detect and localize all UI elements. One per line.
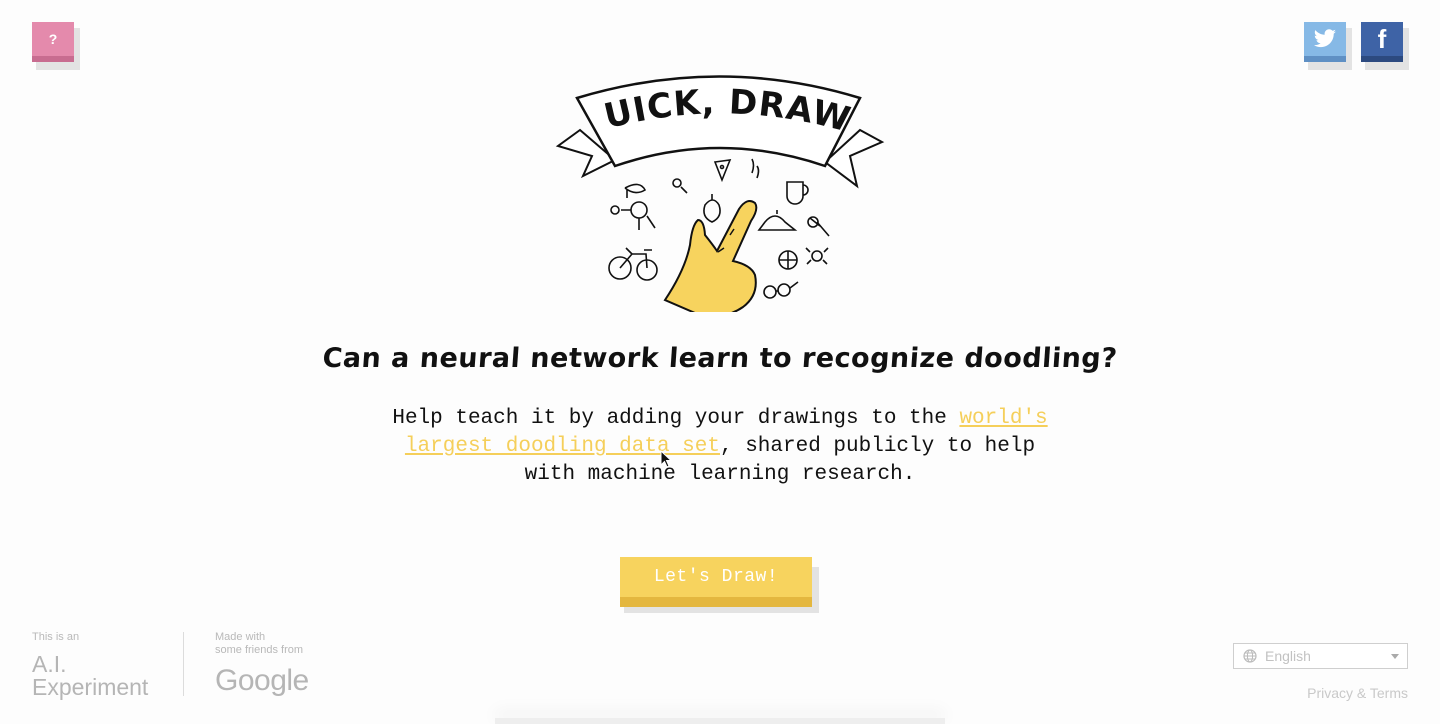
pointer-cursor-icon [660, 450, 672, 468]
facebook-icon: f [1361, 22, 1403, 62]
footer-divider [183, 632, 184, 696]
ai-experiment-line2[interactable]: Experiment [32, 675, 148, 699]
experiment-caption: This is an [32, 631, 80, 643]
facebook-label: f [1377, 23, 1387, 54]
page-headline: Can a neural network learn to recognize … [321, 343, 1119, 374]
intro-paragraph: Help teach it by adding your drawings to… [380, 405, 1060, 489]
globe-icon [1243, 649, 1257, 663]
ai-experiment-line1[interactable]: A.I. [32, 652, 67, 676]
lets-draw-button-face: Let's Draw! [620, 557, 812, 607]
chevron-down-icon [1391, 654, 1399, 659]
twitter-share-button[interactable] [1304, 22, 1352, 70]
help-button[interactable]: ? [32, 22, 80, 70]
lets-draw-button[interactable]: Let's Draw! [620, 557, 820, 615]
quick-draw-logo: QUICK, DRAW! [555, 70, 885, 312]
language-select-value: English [1265, 648, 1311, 664]
facebook-share-button[interactable]: f [1361, 22, 1409, 70]
lets-draw-label: Let's Draw! [653, 567, 779, 587]
language-select[interactable]: English [1233, 643, 1408, 669]
question-icon: ? [32, 22, 74, 62]
made-with-line2: some friends from [215, 644, 304, 656]
help-label: ? [48, 31, 58, 47]
made-with-line1: Made with [215, 631, 266, 643]
intro-text-before: Help teach it by adding your drawings to… [392, 407, 960, 430]
privacy-terms-link[interactable]: Privacy & Terms [1307, 685, 1408, 701]
bottom-panel-edge [495, 718, 945, 724]
twitter-icon [1304, 22, 1346, 62]
google-logo[interactable]: Google [215, 664, 309, 698]
